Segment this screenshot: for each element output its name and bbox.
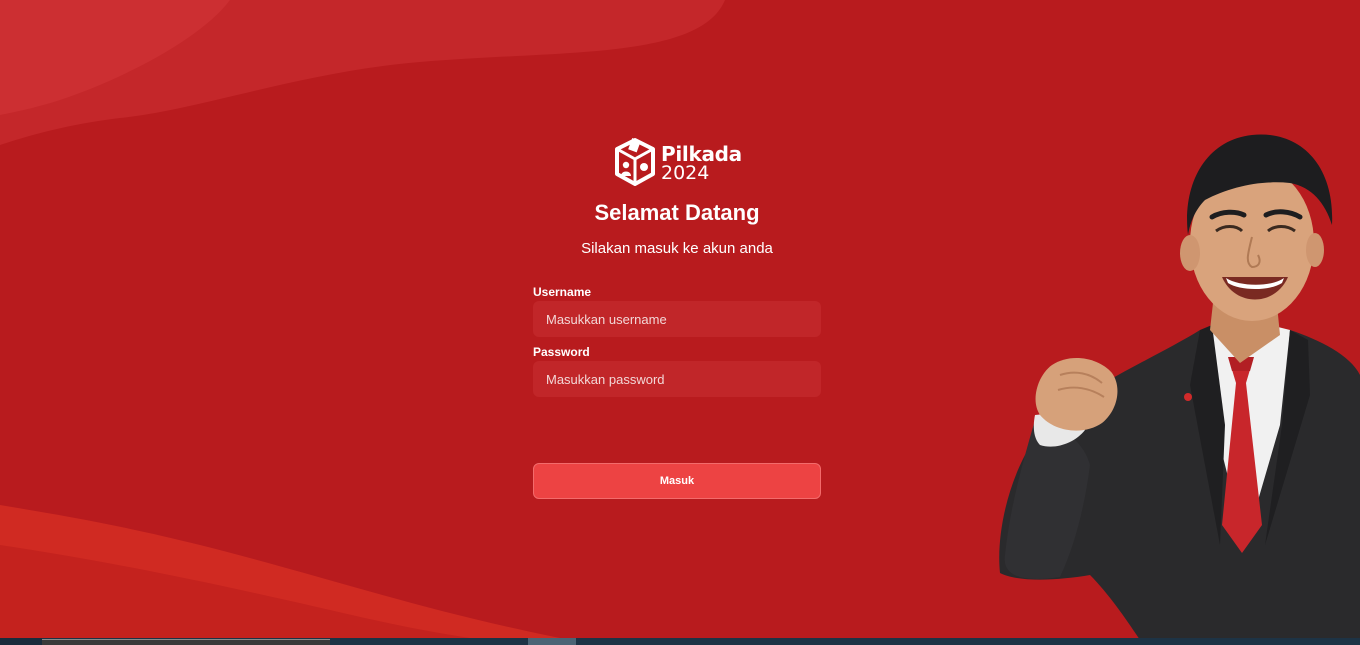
taskbar-window[interactable] <box>42 639 330 645</box>
username-label: Username <box>533 285 592 299</box>
username-input[interactable] <box>533 301 821 337</box>
pilkada-logo: Pilkada 2024 <box>613 136 745 188</box>
password-label: Password <box>533 345 590 359</box>
logo-year: 2024 <box>661 162 710 184</box>
taskbar <box>0 638 1360 645</box>
login-button[interactable]: Masuk <box>533 463 821 499</box>
page-title: Selamat Datang <box>594 200 760 225</box>
logo-word: Pilkada <box>661 142 742 166</box>
password-input[interactable] <box>533 361 821 397</box>
taskbar-active-app[interactable] <box>528 638 576 645</box>
start-area <box>0 638 42 645</box>
login-page: Pilkada 2024 Selamat Datang Silakan masu… <box>0 0 1360 645</box>
page-subtitle: Silakan masuk ke akun anda <box>581 240 773 257</box>
ballot-box-icon <box>615 137 655 186</box>
candidate-illustration <box>999 134 1360 640</box>
